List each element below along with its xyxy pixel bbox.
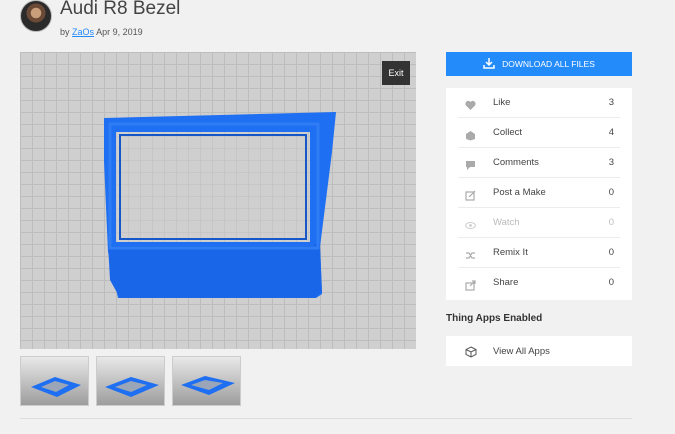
stat-count: 0 [608, 247, 614, 258]
remix-button[interactable]: Remix It 0 [446, 238, 632, 268]
stat-count: 3 [608, 157, 614, 168]
author-avatar[interactable] [20, 0, 52, 32]
share-button[interactable]: Share 0 [446, 268, 632, 298]
stat-label: Like [493, 97, 511, 108]
stat-label: Share [493, 277, 519, 288]
apps-heading: Thing Apps Enabled [446, 313, 543, 324]
view-all-apps-label: View All Apps [493, 346, 550, 357]
by-prefix: by [60, 27, 70, 37]
cube-icon [465, 345, 477, 363]
download-label: DOWNLOAD ALL FILES [502, 59, 595, 69]
stat-count: 4 [608, 127, 614, 138]
model-viewer[interactable]: Exit [20, 52, 416, 349]
make-icon [465, 188, 476, 201]
divider [20, 418, 632, 419]
collect-button[interactable]: Collect 4 [446, 118, 632, 148]
stat-label: Comments [493, 157, 539, 168]
comment-icon [465, 158, 476, 170]
thumbnail-2[interactable] [96, 356, 165, 406]
view-all-apps-button[interactable]: View All Apps [446, 336, 632, 366]
thing-header: Audi R8 Bezel by ZaOs Apr 9, 2019 [20, 0, 420, 40]
shuffle-icon [465, 248, 476, 259]
stat-label: Collect [493, 127, 523, 138]
comments-button[interactable]: Comments 3 [446, 148, 632, 178]
stat-label: Remix It [493, 247, 528, 258]
stat-count: 3 [608, 97, 614, 108]
author-link[interactable]: ZaOs [72, 27, 94, 37]
thumbnail-1[interactable] [20, 356, 89, 406]
stat-label: Post a Make [493, 187, 546, 198]
like-button[interactable]: Like 3 [446, 88, 632, 118]
byline: by ZaOs Apr 9, 2019 [60, 27, 143, 37]
stat-count: 0 [608, 217, 614, 228]
stat-label: Watch [493, 217, 520, 228]
exit-button[interactable]: Exit [382, 61, 410, 85]
heart-icon [465, 98, 476, 110]
publish-date: Apr 9, 2019 [96, 27, 143, 37]
stats-panel: Like 3 Collect 4 Comments 3 Post a Make … [446, 88, 632, 300]
collect-icon [465, 128, 476, 141]
download-all-button[interactable]: DOWNLOAD ALL FILES [446, 52, 632, 76]
download-icon [483, 57, 495, 71]
watch-button[interactable]: Watch 0 [446, 208, 632, 238]
stat-count: 0 [608, 187, 614, 198]
post-a-make-button[interactable]: Post a Make 0 [446, 178, 632, 208]
stat-count: 0 [608, 277, 614, 288]
thumbnail-3[interactable] [172, 356, 241, 406]
thing-title: Audi R8 Bezel [60, 0, 181, 19]
eye-icon [465, 218, 476, 229]
share-icon [465, 278, 476, 291]
model-render [104, 112, 336, 298]
